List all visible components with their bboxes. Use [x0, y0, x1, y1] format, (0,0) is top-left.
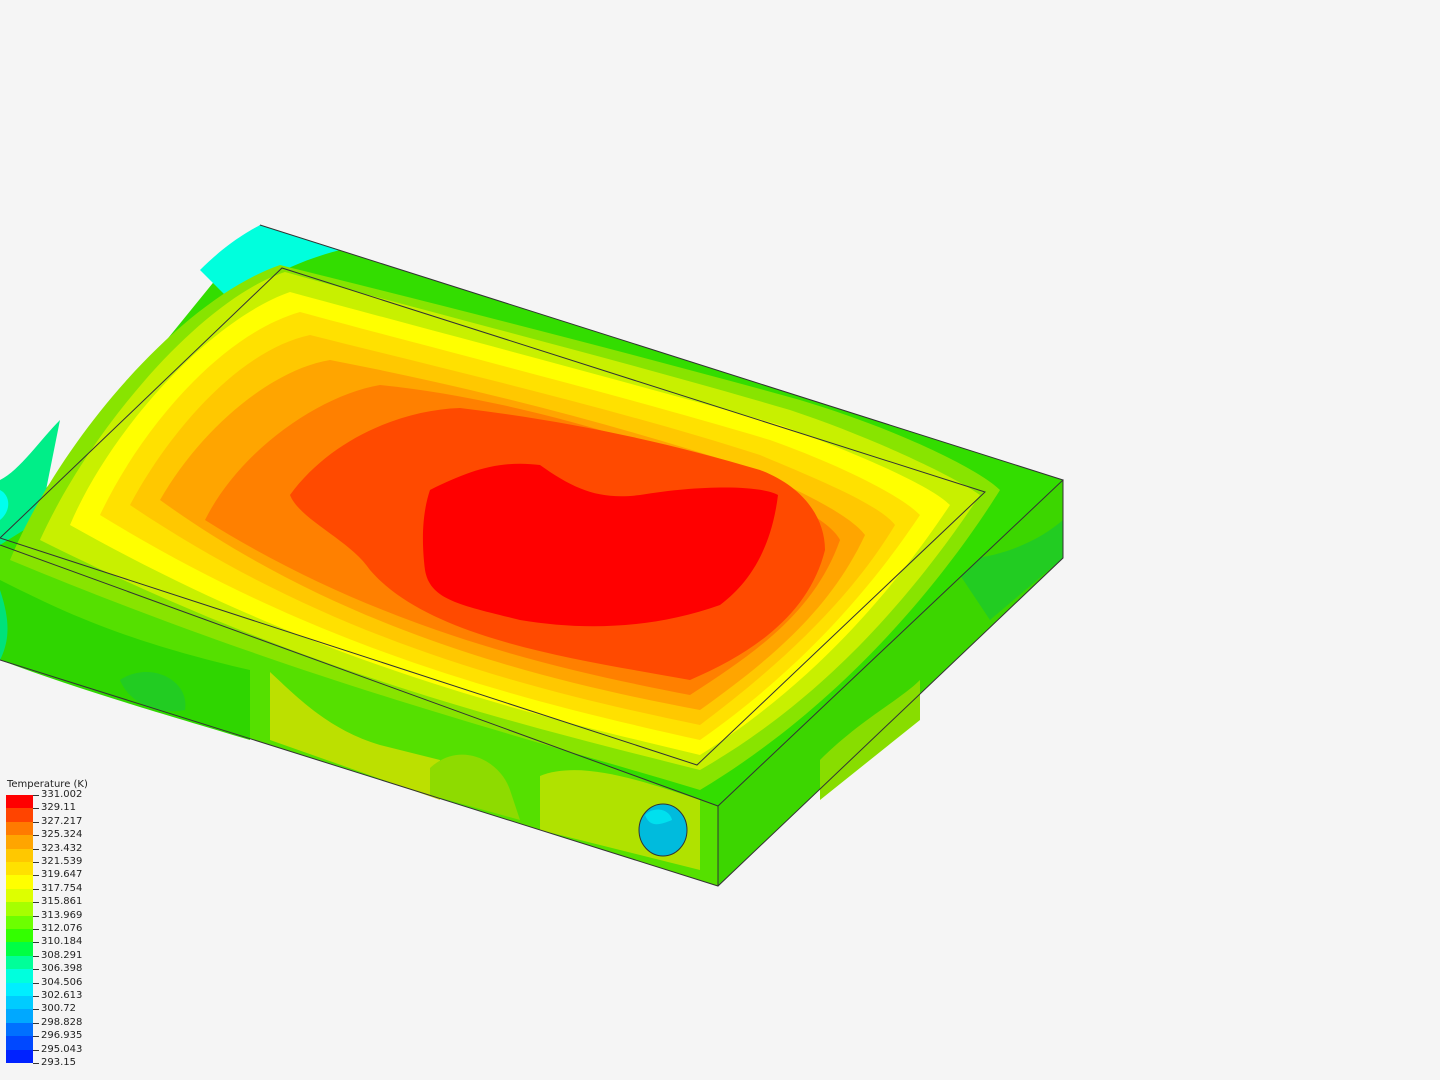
legend-label: 312.076	[41, 923, 83, 934]
legend-swatch	[6, 902, 33, 916]
legend-tick	[33, 888, 39, 890]
legend-label: 331.002	[41, 789, 83, 800]
legend-label: 304.506	[41, 976, 83, 988]
legend-swatch	[6, 835, 33, 849]
legend-tick	[33, 1063, 39, 1064]
legend-tick	[33, 1009, 39, 1011]
legend-tick	[33, 902, 39, 904]
legend-tick	[33, 835, 39, 837]
legend-swatch	[6, 795, 33, 809]
legend-swatch	[6, 1009, 33, 1023]
legend-swatch	[6, 969, 33, 983]
legend-label: 315.861	[41, 896, 83, 908]
legend-swatch	[6, 1049, 33, 1063]
legend-label: 325.324	[41, 829, 83, 841]
legend-swatch	[6, 821, 33, 836]
legend-label: 302.613	[41, 990, 83, 1001]
legend-label: 310.184	[41, 936, 83, 948]
temperature-legend: Temperature (K) 331.002 329.11 327.217 325.…	[6, 779, 146, 1075]
legend-swatch	[6, 848, 33, 862]
legend-tick	[33, 862, 39, 863]
legend-label: 329.11	[41, 802, 76, 814]
legend-label: 298.828	[41, 1016, 83, 1028]
legend-tick	[33, 996, 39, 997]
legend-tick	[33, 848, 39, 850]
legend-tick	[33, 821, 39, 823]
legend-tick	[33, 929, 39, 930]
legend-color-bar	[6, 795, 33, 1063]
legend-tick	[33, 982, 39, 984]
legend-label: 321.539	[41, 856, 83, 867]
legend-tick	[33, 1036, 39, 1038]
legend-tick	[33, 808, 39, 810]
legend-label: 327.217	[41, 815, 83, 827]
legend-label: 293.15	[41, 1057, 76, 1068]
legend-swatch	[6, 808, 33, 822]
thermal-model-render	[0, 224, 1064, 887]
legend-swatch	[6, 888, 33, 903]
legend-label: 319.647	[41, 869, 83, 881]
legend-tick	[33, 955, 39, 957]
legend-tick	[33, 942, 39, 944]
legend-label: 300.72	[41, 1003, 76, 1015]
legend-swatch	[6, 996, 33, 1010]
legend-label: 317.754	[41, 882, 83, 894]
legend-label: 323.432	[41, 842, 83, 854]
legend-tick	[33, 969, 39, 971]
legend-tick	[33, 795, 39, 796]
legend-swatch	[6, 875, 33, 889]
legend-swatch	[6, 929, 33, 943]
legend-tick	[33, 915, 39, 917]
legend-swatch	[6, 1022, 33, 1037]
legend-label: 295.043	[41, 1043, 83, 1055]
legend-swatch	[6, 982, 33, 996]
legend-label: 306.398	[41, 963, 83, 975]
legend-swatch	[6, 1036, 33, 1050]
legend-swatch	[6, 942, 33, 956]
legend-tick	[33, 1049, 39, 1051]
legend-label: 296.935	[41, 1030, 83, 1042]
legend-swatch	[6, 862, 33, 876]
legend-label: 308.291	[41, 949, 83, 961]
simulation-viewport[interactable]	[0, 0, 1440, 1080]
legend-swatch	[6, 915, 33, 929]
legend-label: 313.969	[41, 909, 83, 921]
legend-tick	[33, 1022, 39, 1024]
legend-swatch	[6, 955, 33, 970]
legend-tick	[33, 875, 39, 877]
